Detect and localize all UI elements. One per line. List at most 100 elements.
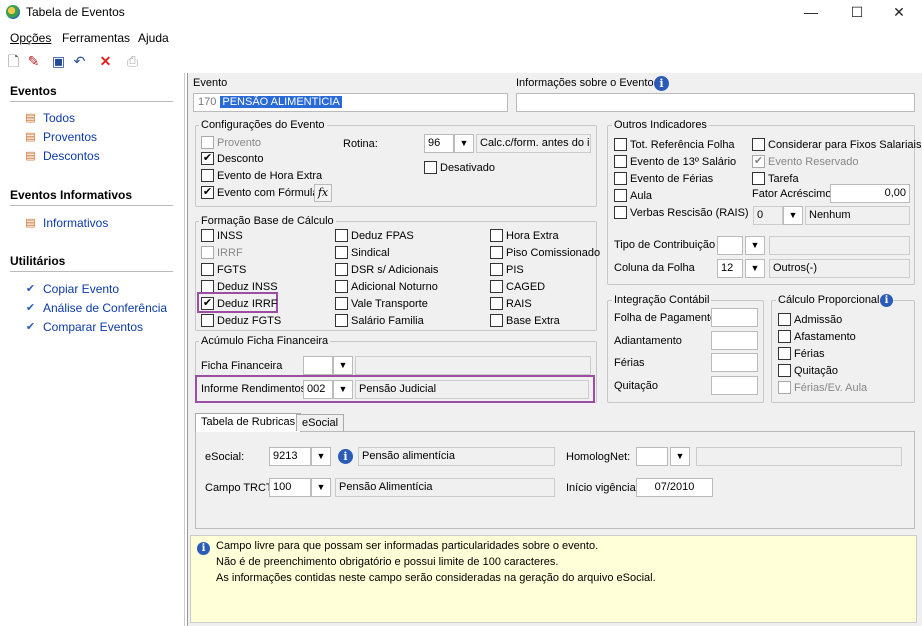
- checkbox-salario-familia[interactable]: Salário Familia: [335, 314, 424, 327]
- menu-ajuda[interactable]: Ajuda: [138, 31, 169, 45]
- info-icon[interactable]: i: [880, 294, 893, 307]
- tab-tabela-rubricas[interactable]: Tabela de Rubricas: [195, 413, 302, 432]
- checkbox-tot-ref[interactable]: Tot. Referência Folha: [614, 138, 735, 151]
- sidebar-item-comparar[interactable]: ✔ Comparar Eventos: [24, 320, 143, 334]
- menu-ferramentas[interactable]: Ferramentas: [62, 31, 130, 45]
- delete-icon[interactable]: ✕: [97, 53, 114, 70]
- informe-dropdown[interactable]: ▼: [333, 380, 353, 399]
- rais-code[interactable]: 0: [753, 206, 783, 225]
- checkbox-provento[interactable]: Provento: [201, 136, 261, 149]
- fator-field[interactable]: 0,00: [830, 184, 910, 203]
- checkbox-hora-extra-base[interactable]: Hora Extra: [490, 229, 559, 242]
- checkbox-afastamento[interactable]: Afastamento: [778, 330, 856, 343]
- evento-code: 170: [198, 96, 217, 108]
- checkbox-admissao[interactable]: Admissão: [778, 313, 842, 326]
- menu-opcoes[interactable]: Opções: [10, 31, 51, 45]
- checkbox-ferias[interactable]: Evento de Férias: [614, 172, 713, 185]
- notes-line-3: As informações contidas neste campo serã…: [216, 572, 656, 584]
- tab-esocial[interactable]: eSocial: [296, 414, 345, 431]
- trct-code[interactable]: 100: [269, 478, 311, 497]
- checkbox-dsr[interactable]: DSR s/ Adicionais: [335, 263, 438, 276]
- rais-dropdown[interactable]: ▼: [783, 206, 803, 225]
- divider: [10, 271, 173, 272]
- sidebar-item-informativos[interactable]: ▤ Informativos: [24, 216, 108, 230]
- ferias-contabil-field[interactable]: [711, 353, 758, 372]
- checkbox-rais[interactable]: RAIS: [490, 297, 532, 310]
- checkbox-irrf[interactable]: IRRF: [201, 246, 243, 259]
- checkbox-quitacao-prop[interactable]: Quitação: [778, 364, 838, 377]
- checkbox-desativado[interactable]: Desativado: [424, 161, 495, 174]
- esocial-code[interactable]: 9213: [269, 447, 311, 466]
- informe-label: Informe Rendimentos: [201, 383, 307, 395]
- coluna-folha-code[interactable]: 12: [717, 259, 743, 278]
- checkbox-sindical[interactable]: Sindical: [335, 246, 390, 259]
- checkbox-formula[interactable]: ✔ Evento com Fórmula: [201, 186, 318, 199]
- tipo-contribuicao-code[interactable]: [717, 236, 743, 255]
- undo-icon[interactable]: ↶: [71, 53, 88, 70]
- formula-button[interactable]: fx: [314, 184, 332, 202]
- checkbox-piso-comissionado[interactable]: Piso Comissionado: [490, 246, 600, 259]
- quitacao-contabil-label: Quitação: [614, 380, 659, 392]
- ferias-contabil-label: Férias: [614, 357, 645, 369]
- tipo-contribuicao-desc: [769, 236, 910, 255]
- homolognet-dropdown[interactable]: ▼: [670, 447, 690, 466]
- trct-dropdown[interactable]: ▼: [311, 478, 331, 497]
- checkbox-desconto[interactable]: ✔ Desconto: [201, 152, 263, 165]
- checkbox-adicional-noturno[interactable]: Adicional Noturno: [335, 280, 438, 293]
- sidebar-item-analise[interactable]: ✔ Análise de Conferência: [24, 301, 167, 315]
- rotina-code[interactable]: 96: [424, 134, 454, 153]
- new-document-icon[interactable]: 🗋: [5, 53, 22, 70]
- minimize-button[interactable]: —: [788, 0, 834, 25]
- checkbox-aula[interactable]: Aula: [614, 189, 652, 202]
- tipo-contribuicao-dropdown[interactable]: ▼: [745, 236, 765, 255]
- rais-desc: Nenhum: [805, 206, 910, 225]
- checkbox-base-extra[interactable]: Base Extra: [490, 314, 560, 327]
- checkbox-deduz-irrf[interactable]: ✔ Deduz IRRF: [201, 297, 278, 310]
- checkbox-evento-reservado[interactable]: ✔ Evento Reservado: [752, 155, 859, 168]
- quitacao-contabil-field[interactable]: [711, 376, 758, 395]
- evento-field[interactable]: 170 PENSÃO ALIMENTÍCIA: [193, 93, 508, 112]
- checkbox-ferias-ev-aula[interactable]: Férias/Ev. Aula: [778, 381, 867, 394]
- adiantamento-field[interactable]: [711, 331, 758, 350]
- inicio-vigencia-field[interactable]: 07/2010: [636, 478, 713, 497]
- checkbox-deduz-fpas[interactable]: Deduz FPAS: [335, 229, 414, 242]
- checkbox-pis[interactable]: PIS: [490, 263, 524, 276]
- sidebar-item-descontos[interactable]: ▤ Descontos: [24, 149, 99, 163]
- ficha-dropdown[interactable]: ▼: [333, 356, 353, 375]
- info-icon[interactable]: i: [338, 449, 353, 464]
- print-icon[interactable]: ⎙: [124, 53, 141, 70]
- homolognet-code[interactable]: [636, 447, 668, 466]
- folha-pagamento-field[interactable]: [711, 308, 758, 327]
- informe-code[interactable]: 002: [303, 380, 333, 399]
- esocial-dropdown[interactable]: ▼: [311, 447, 331, 466]
- checkbox-13-salario[interactable]: Evento de 13º Salário: [614, 155, 736, 168]
- event-list-icon: ▤: [25, 130, 36, 143]
- coluna-folha-dropdown[interactable]: ▼: [745, 259, 765, 278]
- sidebar-item-todos[interactable]: ▤ Todos: [24, 111, 75, 125]
- checkbox-ferias-prop[interactable]: Férias: [778, 347, 825, 360]
- esocial-label: eSocial:: [205, 451, 245, 463]
- save-icon[interactable]: ▣: [50, 53, 67, 70]
- info-icon[interactable]: i: [654, 76, 669, 91]
- rotina-dropdown[interactable]: ▼: [454, 134, 474, 153]
- checkbox-inss[interactable]: INSS: [201, 229, 243, 242]
- checkbox-verbas-rescisao[interactable]: Verbas Rescisão (RAIS): [614, 206, 749, 219]
- sidebar-item-proventos[interactable]: ▤ Proventos: [24, 130, 97, 144]
- checkbox-hora-extra[interactable]: Evento de Hora Extra: [201, 169, 322, 182]
- checkbox-tarefa[interactable]: Tarefa: [752, 172, 799, 185]
- checkbox-fgts[interactable]: FGTS: [201, 263, 246, 276]
- close-button[interactable]: ✕: [876, 0, 922, 25]
- edit-icon[interactable]: ✎: [25, 53, 42, 70]
- checkbox-fixos-salariais[interactable]: Considerar para Fixos Salariais: [752, 138, 921, 151]
- maximize-button[interactable]: ☐: [834, 0, 880, 25]
- checkbox-caged[interactable]: CAGED: [490, 280, 545, 293]
- ficha-code[interactable]: [303, 356, 333, 375]
- sidebar-item-copiar[interactable]: ✔ Copiar Evento: [24, 282, 119, 296]
- checkbox-vale-transporte[interactable]: Vale Transporte: [335, 297, 428, 310]
- event-list-icon: ▤: [25, 149, 36, 162]
- notes-line-1: Campo livre para que possam ser informad…: [216, 540, 599, 552]
- event-list-icon: ▤: [25, 216, 36, 229]
- info-evento-field[interactable]: [516, 93, 915, 112]
- checkbox-deduz-fgts[interactable]: Deduz FGTS: [201, 314, 281, 327]
- check-icon: ✔: [25, 301, 36, 314]
